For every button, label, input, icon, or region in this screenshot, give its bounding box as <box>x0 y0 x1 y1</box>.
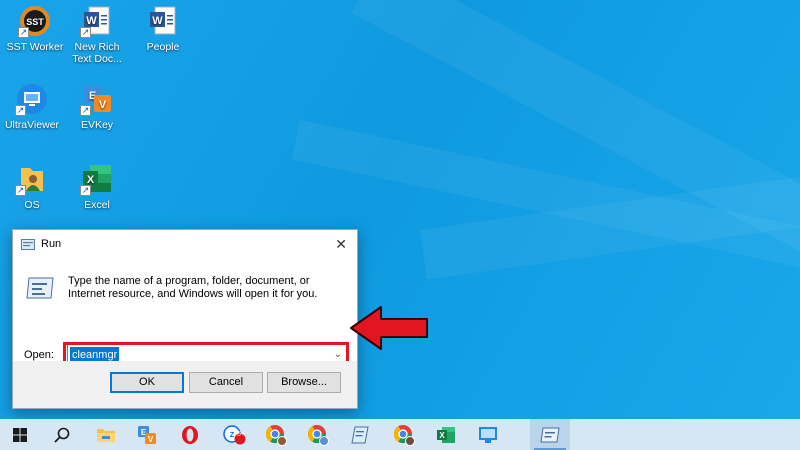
taskbar-excel[interactable]: X <box>426 419 466 450</box>
desktop-icon-label: New Rich Text Doc... <box>72 41 122 65</box>
run-icon <box>540 427 560 442</box>
shortcut-arrow-icon: ↗ <box>80 185 91 196</box>
taskbar: EV Z 5+ X <box>0 419 800 450</box>
taskbar-run[interactable] <box>530 419 570 450</box>
run-dialog-titlebar[interactable]: Run <box>13 230 357 258</box>
svg-text:SST: SST <box>26 17 44 27</box>
chrome-profile-icon <box>266 424 287 446</box>
run-dialog-footer: OK Cancel Browse... <box>13 361 357 408</box>
open-label: Open: <box>24 349 54 361</box>
start-button[interactable] <box>0 419 40 450</box>
evkey-icon: EV <box>138 425 156 444</box>
svg-text:X: X <box>439 431 445 440</box>
taskbar-notepad[interactable] <box>340 419 380 450</box>
chrome-profile-icon <box>394 424 415 446</box>
notepad-icon <box>351 426 369 443</box>
excel-icon: X ↗ <box>80 162 114 196</box>
folder-person-icon: ↗ <box>15 162 49 196</box>
svg-text:V: V <box>148 435 154 444</box>
svg-text:V: V <box>99 99 107 111</box>
taskbar-opera[interactable] <box>170 419 210 450</box>
desktop-icon-new-rich-text[interactable]: W ↗ New Rich Text Doc... <box>66 4 128 65</box>
taskbar-zalo[interactable]: Z 5+ <box>214 419 254 450</box>
browse-button[interactable]: Browse... <box>267 372 341 393</box>
shortcut-arrow-icon: ↗ <box>18 27 29 38</box>
shortcut-arrow-icon: ↗ <box>15 105 26 116</box>
desktop-icon-evkey[interactable]: EV ↗ EVKey <box>66 82 128 131</box>
ok-button[interactable]: OK <box>110 372 184 393</box>
search-icon <box>54 427 70 443</box>
taskbar-chrome-profile-1[interactable] <box>256 419 296 450</box>
excel-icon: X <box>437 426 455 443</box>
shortcut-arrow-icon: ↗ <box>80 27 91 38</box>
desktop-icon-label: UltraViewer <box>4 119 60 131</box>
ultraviewer-icon <box>479 426 497 443</box>
desktop-icon-label: OS <box>24 199 40 211</box>
shortcut-arrow-icon: ↗ <box>15 185 26 196</box>
taskbar-file-explorer[interactable] <box>86 419 126 450</box>
svg-text:Z: Z <box>230 432 235 439</box>
start-icon <box>13 427 27 442</box>
red-arrow-annotation <box>350 306 428 350</box>
run-dialog-title: Run <box>41 238 62 250</box>
taskbar-search[interactable] <box>42 419 82 450</box>
desktop-icon-people[interactable]: W People <box>132 4 194 53</box>
file-explorer-icon <box>97 428 115 442</box>
desktop-icon-sst-worker[interactable]: SST ↗ SST Worker <box>4 4 66 53</box>
evkey-icon: EV ↗ <box>80 82 114 116</box>
taskbar-evkey[interactable]: EV <box>127 419 167 450</box>
taskbar-chrome[interactable] <box>298 419 338 450</box>
ultraviewer-icon: ↗ <box>15 82 49 116</box>
opera-icon <box>182 425 198 444</box>
word-document-icon: W ↗ <box>80 4 114 38</box>
desktop-icon-label: People <box>146 41 180 53</box>
svg-text:W: W <box>152 15 163 27</box>
svg-text:W: W <box>86 15 97 27</box>
desktop-icon-label: Excel <box>84 199 110 211</box>
word-document-icon: W <box>146 4 180 38</box>
chrome-icon <box>308 424 329 446</box>
desktop-icon-os[interactable]: ↗ OS <box>1 162 63 211</box>
run-icon <box>21 238 35 250</box>
desktop-icon-label: SST Worker <box>6 41 64 53</box>
run-dialog: Run ✕ Type the name of a program, folder… <box>12 229 358 409</box>
taskbar-chrome-profile-2[interactable] <box>384 419 424 450</box>
shortcut-arrow-icon: ↗ <box>80 105 91 116</box>
run-dialog-body: Type the name of a program, folder, docu… <box>13 258 357 369</box>
run-dialog-description: Type the name of a program, folder, docu… <box>68 275 318 300</box>
cancel-button[interactable]: Cancel <box>189 372 263 393</box>
desktop-icon-label: EVKey <box>80 119 114 131</box>
desktop-icon-ultraviewer[interactable]: ↗ UltraViewer <box>1 82 63 131</box>
close-icon[interactable]: ✕ <box>335 236 347 253</box>
desktop-icon-excel[interactable]: X ↗ Excel <box>66 162 128 211</box>
sst-worker-icon: SST ↗ <box>18 4 52 38</box>
run-icon <box>26 277 54 299</box>
notification-badge: 5+ <box>237 431 245 438</box>
taskbar-ultraviewer[interactable] <box>468 419 508 450</box>
